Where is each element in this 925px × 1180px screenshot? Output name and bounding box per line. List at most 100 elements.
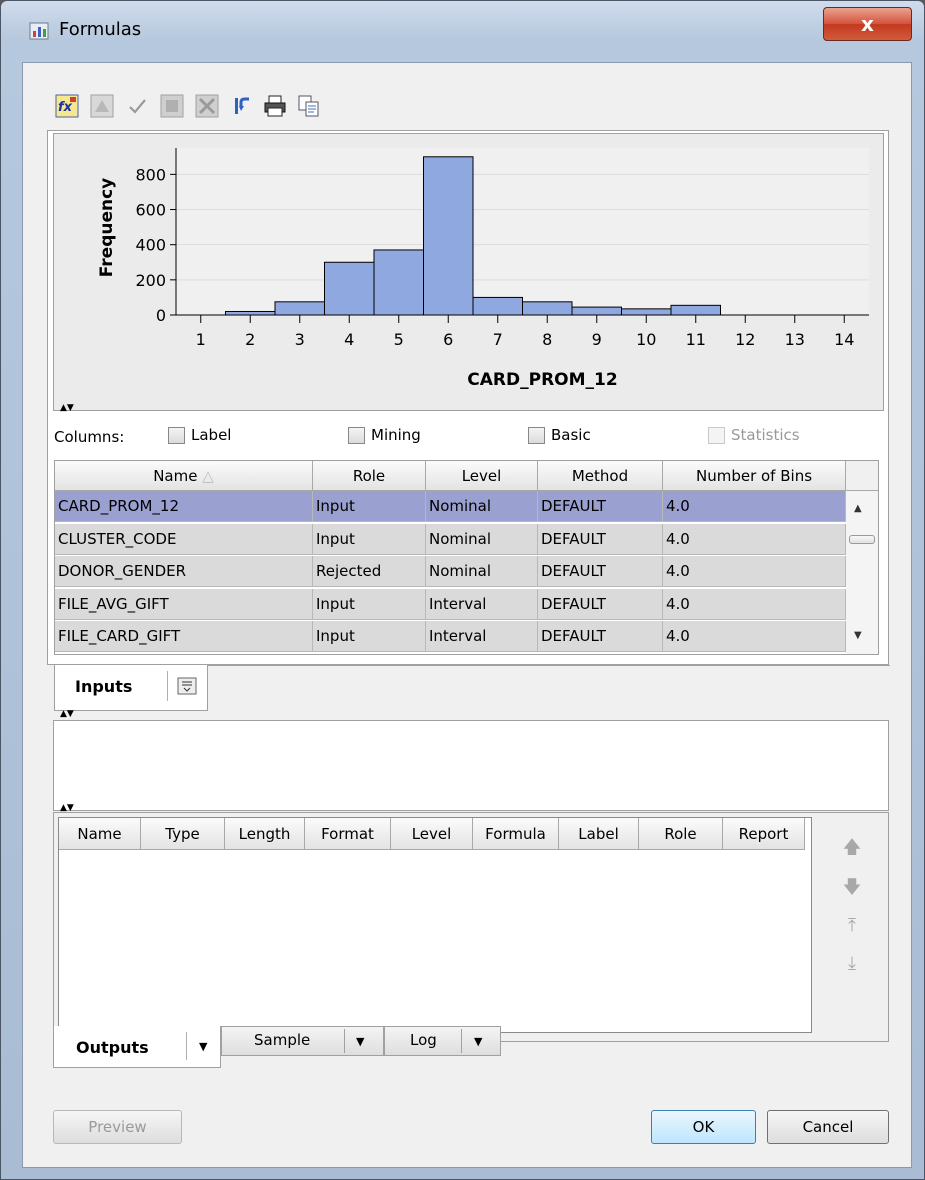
y-axis-title: Frequency xyxy=(97,178,117,278)
label-checkbox-label: Label xyxy=(191,426,232,444)
histogram-bar xyxy=(373,249,424,316)
cell-role: Input xyxy=(313,588,426,620)
cell-method: DEFAULT xyxy=(538,491,663,522)
tab-inputs[interactable]: Inputs xyxy=(54,665,208,711)
undo-icon[interactable] xyxy=(230,94,254,118)
header-name-label: Name xyxy=(153,467,198,485)
x-tick-label: 5 xyxy=(394,330,404,349)
outputs-header-report[interactable]: Report xyxy=(723,818,805,850)
check-icon xyxy=(129,99,146,114)
outputs-header-level[interactable]: Level xyxy=(391,818,473,850)
header-method[interactable]: Method xyxy=(538,461,663,491)
move-to-bottom-icon: ⤓ xyxy=(848,953,856,974)
x-tick-label: 10 xyxy=(636,330,656,349)
close-icon: x xyxy=(861,12,874,36)
outputs-header-format[interactable]: Format xyxy=(305,818,391,850)
preview-button[interactable]: Preview xyxy=(53,1110,182,1144)
tab-outputs[interactable]: Outputs ▼ xyxy=(53,1026,221,1068)
cell-name: FILE_CARD_GIFT xyxy=(55,621,313,652)
y-tick-label: 200 xyxy=(135,271,166,290)
outputs-header-label[interactable]: Label xyxy=(559,818,639,850)
scrollbar-thumb[interactable] xyxy=(849,535,875,544)
outputs-table-header: Name Type Length Format Level Formula Label Rol… xyxy=(59,818,811,850)
formula-builder-icon[interactable]: fx xyxy=(55,94,79,118)
chevron-down-icon[interactable]: ▼ xyxy=(199,1040,207,1053)
outputs-header-role[interactable]: Role xyxy=(639,818,723,850)
move-down-icon: 🡇 xyxy=(842,877,862,898)
cell-level: Interval xyxy=(426,588,538,620)
outputs-header-type[interactable]: Type xyxy=(141,818,225,850)
x-tick-label: 6 xyxy=(443,330,453,349)
table-row[interactable]: FILE_AVG_GIFT Input Interval DEFAULT 4.0 xyxy=(55,588,846,620)
columns-option-mining[interactable]: Mining xyxy=(348,426,421,444)
y-tick-label: 600 xyxy=(135,201,166,220)
x-tick-label: 14 xyxy=(834,330,854,349)
table-row[interactable]: FILE_CARD_GIFT Input Interval DEFAULT 4.0 xyxy=(55,621,846,652)
histogram-bar xyxy=(274,301,325,316)
sort-ascending-icon: △ xyxy=(202,467,214,485)
tab-divider xyxy=(344,1029,345,1053)
mining-checkbox-label: Mining xyxy=(371,426,421,444)
label-checkbox[interactable] xyxy=(168,427,185,444)
ok-button[interactable]: OK xyxy=(651,1110,756,1144)
outputs-header-length[interactable]: Length xyxy=(225,818,305,850)
tab-menu-icon[interactable] xyxy=(177,677,197,695)
histogram-bar xyxy=(522,301,573,316)
columns-option-basic[interactable]: Basic xyxy=(528,426,591,444)
x-tick-label: 2 xyxy=(245,330,255,349)
header-name[interactable]: Name △ xyxy=(55,461,313,491)
basic-checkbox[interactable] xyxy=(528,427,545,444)
scroll-down-icon[interactable]: ▼ xyxy=(854,630,862,641)
histogram-panel: 0 200 400 600 800 1 2 3 4 5 6 7 8 9 10 11 12 13 14 CARD_PRO… xyxy=(53,133,884,411)
cell-level: Nominal xyxy=(426,523,538,555)
output-preview-panel xyxy=(53,720,889,811)
mining-checkbox[interactable] xyxy=(348,427,365,444)
tab-sample[interactable]: Sample ▼ xyxy=(221,1026,384,1056)
inputs-scrollbar[interactable]: ▲ ▼ xyxy=(846,491,878,654)
cell-name: CLUSTER_CODE xyxy=(55,523,313,555)
header-role[interactable]: Role xyxy=(313,461,426,491)
x-tick-label: 9 xyxy=(592,330,602,349)
tab-divider xyxy=(461,1029,462,1053)
title-bar[interactable]: Formulas x xyxy=(1,1,924,63)
tab-outputs-label: Outputs xyxy=(76,1038,149,1057)
histogram-chart: 02004006008001 2 3 4 5 6 7 8 9 10 11 12 13 14CARD_PRO… xyxy=(97,148,869,390)
cell-role: Input xyxy=(313,491,426,522)
x-tick-label: 12 xyxy=(735,330,755,349)
cell-role: Rejected xyxy=(313,556,426,587)
cell-bins: 4.0 xyxy=(663,523,846,555)
cell-name: DONOR_GENDER xyxy=(55,556,313,587)
columns-option-label[interactable]: Label xyxy=(168,426,231,444)
y-tick-label: 800 xyxy=(135,165,166,184)
copy-icon[interactable] xyxy=(297,94,321,118)
scroll-up-icon[interactable]: ▲ xyxy=(854,503,862,514)
table-row[interactable]: CLUSTER_CODE Input Nominal DEFAULT 4.0 xyxy=(55,523,846,555)
edit-formula-icon xyxy=(90,94,114,118)
cell-role: Input xyxy=(313,523,426,555)
splitter-arrows-icon[interactable]: ▲▼ xyxy=(60,404,74,413)
table-row[interactable]: CARD_PROM_12 Input Nominal DEFAULT 4.0 xyxy=(55,491,846,522)
tab-log-label: Log xyxy=(410,1031,437,1049)
columns-option-statistics: Statistics xyxy=(708,426,800,444)
chevron-down-icon[interactable]: ▼ xyxy=(474,1035,482,1048)
splitter-arrows-icon-2[interactable]: ▲▼ xyxy=(60,710,74,719)
header-number-of-bins[interactable]: Number of Bins xyxy=(663,461,846,491)
cell-bins: 4.0 xyxy=(663,621,846,652)
cell-method: DEFAULT xyxy=(538,523,663,555)
close-button[interactable]: x xyxy=(823,7,912,41)
tab-log[interactable]: Log ▼ xyxy=(384,1026,501,1056)
outputs-header-formula[interactable]: Formula xyxy=(473,818,559,850)
chevron-down-icon[interactable]: ▼ xyxy=(356,1035,364,1048)
inputs-tab-strip: Inputs xyxy=(54,665,890,711)
table-row[interactable]: DONOR_GENDER Rejected Nominal DEFAULT 4.0 xyxy=(55,556,846,587)
outputs-table: Name Type Length Format Level Formula Label Rol… xyxy=(58,817,812,1033)
cell-bins: 4.0 xyxy=(663,556,846,587)
cell-name: FILE_AVG_GIFT xyxy=(55,588,313,620)
cancel-button[interactable]: Cancel xyxy=(767,1110,889,1144)
tab-divider xyxy=(186,1032,187,1060)
x-tick-label: 7 xyxy=(493,330,503,349)
outputs-header-name[interactable]: Name xyxy=(59,818,141,850)
header-level[interactable]: Level xyxy=(426,461,538,491)
tab-inputs-label: Inputs xyxy=(75,677,133,696)
print-icon[interactable] xyxy=(263,94,287,118)
